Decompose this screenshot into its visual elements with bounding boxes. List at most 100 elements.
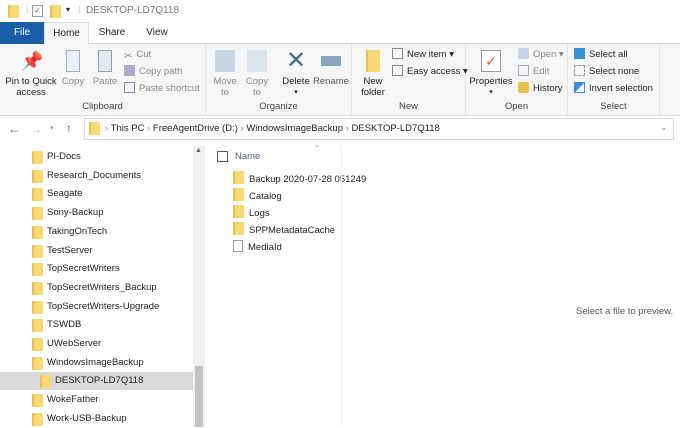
new-folder-qa-icon[interactable]: [50, 5, 61, 18]
up-button[interactable]: ↑: [66, 121, 72, 135]
rename-button[interactable]: Rename: [312, 50, 350, 87]
new-group: New folder New item ▾ Easy access ▾ New: [352, 44, 468, 116]
select-all-icon: [574, 48, 585, 59]
delete-x-icon: ✕: [286, 47, 307, 74]
copy-icon: [66, 50, 80, 72]
nav-tree-item[interactable]: TestServer: [0, 242, 193, 260]
select-none-button[interactable]: Select none: [574, 64, 639, 80]
history-button[interactable]: History: [518, 81, 563, 97]
nav-tree-item[interactable]: Seagate: [0, 185, 193, 203]
edit-button[interactable]: Edit: [518, 64, 549, 80]
organize-group: Move to Copy to ✕ Delete ▾ Rename Organize: [206, 44, 352, 116]
nav-tree-label: Research_Documents: [47, 169, 141, 181]
history-icon: [518, 82, 529, 93]
scroll-up-arrow[interactable]: ▲: [195, 147, 202, 154]
crumb-this-pc[interactable]: This PC: [111, 123, 145, 134]
nav-tree-item[interactable]: TopSecretWriters: [0, 260, 193, 278]
cut-button[interactable]: ✂ Cut: [124, 47, 151, 63]
folder-icon: [32, 300, 43, 314]
invert-selection-button[interactable]: Invert selection: [574, 81, 653, 97]
folder-icon: [32, 225, 43, 239]
pane-divider[interactable]: [341, 146, 342, 427]
new-item-icon: [392, 48, 403, 59]
copy-path-icon: [124, 65, 135, 76]
new-item-button[interactable]: New item ▾: [392, 47, 454, 63]
nav-tree-label: WindowsImageBackup: [47, 356, 144, 368]
delete-button[interactable]: ✕ Delete ▾: [280, 47, 312, 98]
nav-tree-item[interactable]: DESKTOP-LD7Q118: [0, 372, 193, 391]
select-group: Select all Select none Invert selection …: [568, 44, 660, 116]
properties-check-icon: ✓: [481, 50, 501, 72]
nav-tree-item[interactable]: WindowsImageBackup: [0, 354, 193, 372]
scissors-icon: ✂: [124, 51, 133, 62]
copy-button[interactable]: Copy: [60, 50, 86, 87]
file-list-item[interactable]: Catalog: [233, 188, 282, 205]
copy-to-icon: [247, 50, 267, 72]
open-button[interactable]: Open ▾: [518, 47, 564, 63]
recent-locations-dropdown[interactable]: ▾: [50, 124, 54, 132]
file-list-item[interactable]: Logs: [233, 205, 270, 222]
clipboard-group: 📌 Pin to Quick access Copy Paste ✂ Cut Cop…: [0, 44, 206, 116]
folder-icon: [32, 169, 43, 183]
paste-button[interactable]: Paste: [92, 50, 118, 87]
easy-access-button[interactable]: Easy access ▾: [392, 64, 468, 80]
new-folder-button[interactable]: New folder: [356, 50, 390, 98]
properties-button[interactable]: ✓ Properties ▾: [468, 50, 514, 98]
nav-scrollbar[interactable]: ▲: [193, 146, 205, 427]
ribbon: 📌 Pin to Quick access Copy Paste ✂ Cut Cop…: [0, 44, 680, 116]
name-column-header[interactable]: Name: [235, 151, 260, 162]
file-list-item[interactable]: Backup 2020-07-28 051249: [233, 171, 366, 188]
address-dropdown[interactable]: ⌄: [660, 123, 667, 132]
nav-tree-item[interactable]: Research_Documents: [0, 167, 193, 185]
properties-qa-icon[interactable]: ✓: [32, 5, 43, 17]
file-name: Backup 2020-07-28 051249: [249, 174, 367, 185]
folder-icon: [8, 5, 19, 18]
title-bar: | ✓ ▾ | DESKTOP-LD7Q118: [0, 0, 680, 22]
address-bar[interactable]: › This PC › FreeAgentDrive (D:) › Window…: [84, 118, 674, 140]
crumb-windowsimagebackup[interactable]: WindowsImageBackup: [246, 123, 343, 134]
nav-tree-label: Sony-Backup: [47, 207, 104, 219]
tab-share[interactable]: Share: [92, 22, 132, 44]
nav-tree-item[interactable]: Work-USB-Backup: [0, 410, 193, 428]
ribbon-tabs: File Home Share View: [0, 22, 680, 45]
nav-tree-label: Work-USB-Backup: [47, 412, 127, 424]
sort-ascending-icon: ⌃: [314, 144, 321, 153]
nav-tree-item[interactable]: TopSecretWriters_Backup: [0, 279, 193, 297]
paste-shortcut-button[interactable]: Paste shortcut: [124, 81, 200, 97]
nav-tree-item[interactable]: WokeFather: [0, 391, 193, 409]
forward-button[interactable]: →: [30, 122, 42, 136]
tab-file[interactable]: File: [0, 22, 44, 44]
file-list-item[interactable]: SPPMetadataCache: [233, 222, 335, 239]
pin-icon: 📌: [21, 51, 44, 71]
customize-qa-dropdown[interactable]: ▾: [66, 5, 70, 14]
scrollbar-thumb[interactable]: [195, 366, 203, 427]
nav-tree-item[interactable]: TakingOnTech: [0, 223, 193, 241]
tab-home[interactable]: Home: [44, 22, 89, 45]
tab-view[interactable]: View: [138, 22, 176, 44]
nav-tree-item[interactable]: TopSecretWriters-Upgrade: [0, 298, 193, 316]
folder-icon: [233, 188, 244, 201]
nav-tree-item[interactable]: Sony-Backup: [0, 204, 193, 222]
paste-shortcut-icon: [124, 82, 135, 93]
nav-tree-label: WokeFather: [47, 394, 99, 406]
nav-tree-label: PI-Docs: [47, 151, 81, 162]
file-icon: [233, 240, 243, 252]
crumb-drive[interactable]: FreeAgentDrive (D:): [153, 123, 238, 134]
pin-to-quick-access-button[interactable]: 📌 Pin to Quick access: [4, 50, 58, 98]
select-all-checkbox[interactable]: [217, 151, 228, 162]
copy-to-button[interactable]: Copy to: [242, 50, 272, 98]
nav-tree-item[interactable]: PI-Docs: [0, 148, 193, 166]
select-all-button[interactable]: Select all: [574, 47, 628, 63]
crumb-desktop[interactable]: DESKTOP-LD7Q118: [351, 123, 439, 134]
back-button[interactable]: ←: [8, 122, 20, 136]
move-to-button[interactable]: Move to: [210, 50, 240, 98]
nav-tree-label: TestServer: [47, 244, 93, 256]
copy-path-button[interactable]: Copy path: [124, 64, 182, 80]
nav-tree-label: DESKTOP-LD7Q118: [55, 375, 144, 387]
nav-tree-label: TopSecretWriters_Backup: [47, 281, 157, 293]
nav-tree-item[interactable]: TSWDB: [0, 316, 193, 334]
nav-tree-item[interactable]: UWebServer: [0, 335, 193, 353]
folder-icon: [32, 394, 43, 408]
file-list-item[interactable]: MediaId: [233, 239, 282, 256]
rename-icon: [321, 56, 341, 66]
